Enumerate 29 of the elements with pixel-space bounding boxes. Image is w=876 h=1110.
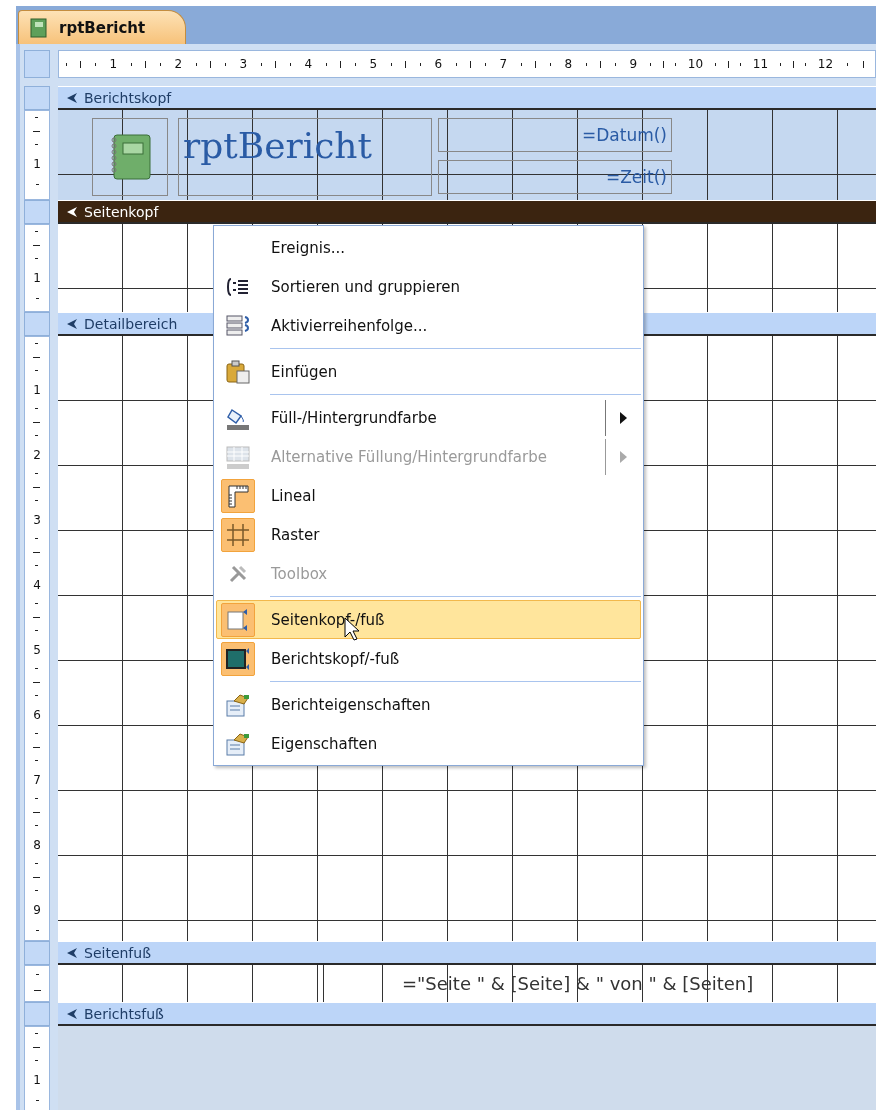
section-title: Seitenfuß xyxy=(84,944,151,961)
ruler-number: 9 xyxy=(33,903,41,916)
ruler-number: 6 xyxy=(434,58,443,70)
ruler-number: 8 xyxy=(564,58,573,70)
ruler-number: 12 xyxy=(817,58,834,70)
section-title: Detailbereich xyxy=(84,315,178,332)
ruler-number: 2 xyxy=(33,448,41,461)
ruler-number: 11 xyxy=(752,58,769,70)
ruler-number: 4 xyxy=(304,58,313,70)
ruler-number: 1 xyxy=(33,1073,41,1086)
section-title: Berichtsfuß xyxy=(84,1005,164,1022)
ruler-number: 7 xyxy=(33,773,41,786)
ruler-number: 3 xyxy=(33,513,41,526)
section-title: Berichtskopf xyxy=(84,89,172,106)
section-title: Seitenkopf xyxy=(84,203,159,220)
ruler-number: 9 xyxy=(629,58,638,70)
ruler-number: 1 xyxy=(33,383,41,396)
ruler-number: 7 xyxy=(499,58,508,70)
ruler-number: 1 xyxy=(109,58,118,70)
ruler-number: 8 xyxy=(33,838,41,851)
ruler-number: 6 xyxy=(33,708,41,721)
ruler-number: 5 xyxy=(369,58,378,70)
ruler-number: 3 xyxy=(239,58,248,70)
ruler-number: 1 xyxy=(33,157,41,170)
ruler-number: 2 xyxy=(174,58,183,70)
ruler-number: 10 xyxy=(687,58,704,70)
ruler-number: 1 xyxy=(33,271,41,284)
ruler-number: 4 xyxy=(33,578,41,591)
ruler-number: 5 xyxy=(33,643,41,656)
